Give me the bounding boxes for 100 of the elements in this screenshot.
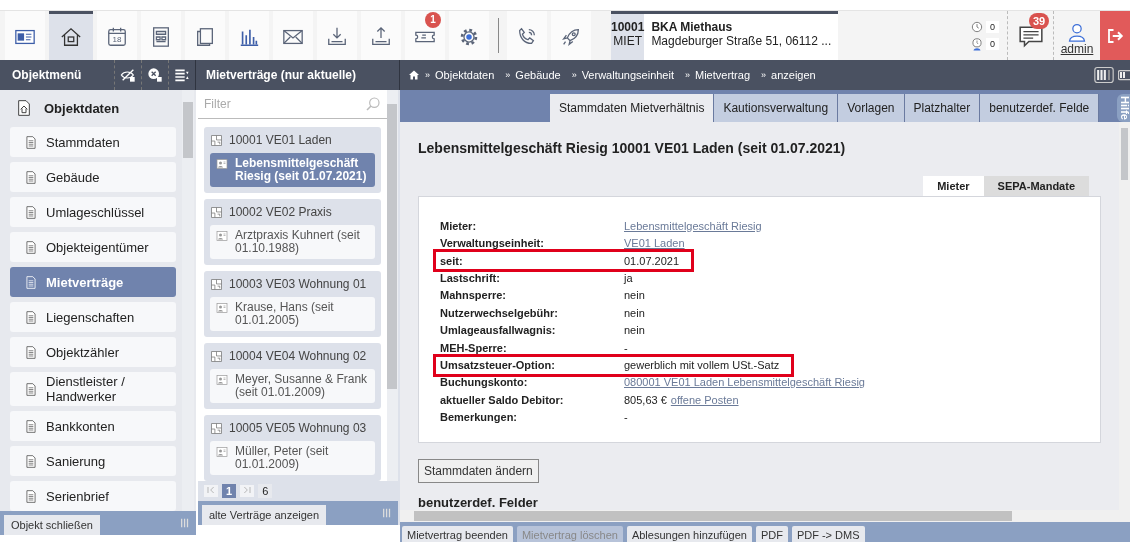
toolbar-button[interactable] — [361, 11, 401, 60]
toolbar-button[interactable] — [141, 11, 181, 60]
page-button[interactable]: 1 — [222, 484, 237, 498]
page-count: 6 — [258, 484, 273, 498]
contract-item[interactable]: Krause, Hans (seit 01.01.2005) — [210, 297, 375, 331]
toolbar-button[interactable] — [317, 11, 357, 60]
field-label: Bemerkungen: — [440, 411, 519, 424]
menu-item[interactable]: Serienbrief — [10, 481, 176, 511]
document-icon — [24, 309, 38, 325]
resize-grip-icon[interactable] — [382, 507, 392, 519]
menu-item[interactable]: Sanierung — [10, 446, 176, 476]
toolbar-button[interactable] — [273, 11, 313, 60]
field-link[interactable]: 080001 VE01 Laden Lebensmittelgeschäft Riesig — [624, 376, 865, 389]
field-link[interactable]: offene Posten — [670, 393, 739, 406]
tab[interactable]: Platzhalter — [904, 94, 981, 122]
field-label: Lastschrift: — [440, 271, 501, 284]
contract-item[interactable]: Lebensmittelgeschäft Riesig (seit 01.07.2021) — [210, 153, 375, 187]
person-card-icon — [216, 230, 228, 242]
tab[interactable]: SEPA-Mandate — [983, 176, 1089, 196]
toolbar-button[interactable] — [185, 11, 225, 60]
menu-item[interactable]: Umlageschlüssel — [10, 197, 176, 227]
toolbar-button[interactable] — [449, 11, 489, 60]
breadcrumb-link[interactable]: Gebäude — [515, 69, 567, 81]
menu-item[interactable]: Gebäude — [10, 162, 176, 192]
document-icon — [24, 169, 38, 185]
user-link[interactable]: admin — [1060, 42, 1094, 56]
close-circle-icon[interactable] — [147, 67, 163, 83]
page-heading: Lebensmittelgeschäft Riesig 10001 VE01 Laden (seit 01.07.2021) — [418, 140, 847, 156]
menu-item[interactable]: Dienstleister / Handwerker — [10, 372, 176, 406]
menu-item[interactable]: Stammdaten — [10, 127, 176, 157]
eye-slash-icon[interactable] — [120, 67, 136, 83]
field-label: aktueller Saldo Debitor: — [440, 393, 565, 406]
action-button[interactable]: PDF — [755, 526, 788, 542]
toolbar-button[interactable] — [5, 11, 45, 60]
tab[interactable]: Kautionsverwaltung — [714, 94, 839, 122]
notification-badge: 39 — [1029, 13, 1049, 29]
person-clock-icon — [970, 37, 984, 51]
object-code: MIET — [612, 34, 643, 48]
resize-grip-icon[interactable] — [180, 517, 190, 529]
edit-button[interactable]: Stammdaten ändern — [418, 459, 539, 483]
contract-item[interactable]: Müller, Peter (seit 01.01.2009) — [210, 441, 375, 475]
action-button[interactable]: Ablesungen hinzufügen — [626, 526, 752, 542]
object-number: 10001 — [611, 20, 645, 34]
close-object-button[interactable]: Objekt schließen — [4, 515, 100, 535]
user-icon — [1067, 22, 1087, 42]
field-label: Mieter: — [440, 219, 478, 232]
menu-item[interactable]: Mietverträge — [10, 267, 176, 297]
floor-plan-icon — [210, 421, 223, 435]
field-link[interactable]: Lebensmittelgeschäft Riesig — [624, 219, 762, 232]
toolbar-button[interactable]: 1 — [405, 11, 445, 60]
toolbar-button[interactable]: 18 — [97, 11, 137, 60]
breadcrumb-separator: » — [505, 70, 511, 80]
skip-to-start-icon — [207, 486, 215, 494]
document-icon — [24, 134, 38, 150]
field-value: ja — [624, 271, 633, 284]
unit-title[interactable]: 10004 VE04 Wohnung 02 — [229, 349, 367, 363]
document-icon — [24, 204, 38, 220]
contract-item[interactable]: Arztpraxis Kuhnert (seit 01.10.1988) — [210, 225, 375, 259]
menu-item[interactable]: Liegenschaften — [10, 302, 176, 332]
field-label: Buchungskonto: — [440, 376, 529, 389]
toolbar-button[interactable] — [49, 11, 93, 60]
unit-title[interactable]: 10005 VE05 Wohnung 03 — [229, 421, 367, 435]
person-card-icon — [216, 158, 228, 170]
collapse-list-icon[interactable] — [174, 67, 190, 83]
scrollbar[interactable] — [400, 510, 1130, 522]
scrollbar[interactable] — [182, 90, 194, 511]
messages-button[interactable]: 39 — [1008, 11, 1054, 60]
unit-title[interactable]: 10001 VE01 Laden — [229, 133, 332, 147]
tab[interactable]: benutzerdef. Felde — [980, 94, 1100, 122]
tab[interactable]: Mieter — [923, 176, 984, 196]
breadcrumb-link[interactable]: anzeigen — [771, 69, 822, 81]
columns-icon[interactable] — [1094, 65, 1114, 85]
documents-icon — [194, 26, 216, 48]
field-link[interactable]: VE01 Laden — [624, 237, 685, 250]
unit-title[interactable]: 10003 VE03 Wohnung 01 — [229, 277, 367, 291]
toolbar-button[interactable] — [507, 11, 547, 60]
action-button[interactable]: Mietvertrag beenden — [402, 526, 513, 542]
action-button[interactable]: PDF -> DMS — [791, 526, 865, 542]
menu-item[interactable]: Objektzähler — [10, 337, 176, 367]
unit-title[interactable]: 10002 VE02 Praxis — [229, 205, 332, 219]
menu-item[interactable]: Bankkonten — [10, 411, 176, 441]
tab[interactable]: Stammdaten Mietverhältnis — [550, 94, 715, 122]
document-icon — [24, 344, 38, 360]
logout-button[interactable] — [1100, 11, 1130, 60]
breadcrumb-link[interactable]: Verwaltungseinheit — [581, 69, 680, 81]
tab[interactable]: Vorlagen — [838, 94, 905, 122]
filter-field[interactable]: Filter — [204, 97, 365, 111]
field-value: - — [624, 341, 628, 354]
breadcrumb-link[interactable]: Mietvertrag — [695, 69, 757, 81]
menu-item[interactable]: Objekteigentümer — [10, 232, 176, 262]
toolbar-button[interactable] — [229, 11, 269, 60]
scrollbar[interactable] — [1119, 122, 1130, 510]
contract-item[interactable]: Meyer, Susanne & Frank (seit 01.01.2009) — [210, 369, 375, 403]
person-card-icon — [216, 446, 228, 458]
breadcrumb-link[interactable]: Objektdaten — [435, 69, 501, 81]
section-header: Objektdaten — [44, 100, 120, 116]
scrollbar[interactable] — [387, 90, 398, 481]
field-label: Verwaltungseinheit: — [440, 237, 545, 250]
home-icon[interactable] — [408, 69, 420, 81]
show-old-contracts-button[interactable]: alte Verträge anzeigen — [202, 505, 327, 525]
